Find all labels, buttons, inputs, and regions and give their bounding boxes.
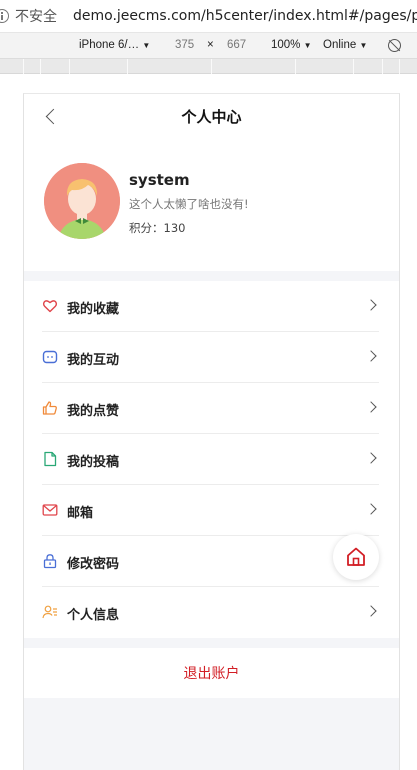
menu-item-label: 我的互动 [67,353,120,368]
device-select[interactable]: iPhone 6/… ▼ [79,39,150,51]
user-bio: 这个人太懒了啥也没有! [129,197,249,211]
menu-item-mailbox[interactable]: 邮箱 [42,485,379,536]
user-points: 积分：130 [129,221,186,235]
phone-viewport: 个人中心 system 这个人太懒了啥也没有! 积分：130 我的收藏 我的互动… [23,93,400,770]
menu-item-personal-info[interactable]: 个人信息 [42,587,379,638]
times-sign: × [207,39,214,51]
avatar-illustration [44,163,120,239]
zoom-select[interactable]: 100% ▼ [271,39,312,51]
info-icon[interactable] [0,9,9,23]
lock-icon [42,553,58,569]
logout-label: 退出账户 [183,666,240,682]
menu-item-label: 修改密码 [67,557,120,572]
ruler [0,59,417,74]
menu-item-label: 邮箱 [67,506,94,521]
chevron-right-icon [365,452,377,464]
device-toolbar: iPhone 6/… ▼ 375 × 667 100% ▼ Online ▼ [0,33,417,59]
home-fab-button[interactable] [333,534,379,580]
profile-card: system 这个人太懒了啥也没有! 积分：130 [24,140,399,271]
username: system [129,171,190,189]
document-icon [42,451,58,467]
chevron-right-icon [365,605,377,617]
rotate-icon[interactable] [388,39,401,52]
menu-item-label: 我的收藏 [67,302,120,317]
menu-item-favorites[interactable]: 我的收藏 [42,281,379,332]
height-input[interactable]: 667 [227,39,246,51]
menu-item-change-password[interactable]: 修改密码 [42,536,379,587]
menu-item-label: 我的投稿 [67,455,120,470]
chevron-right-icon [365,503,377,515]
page-title: 个人中心 [181,108,242,126]
menu-item-label: 个人信息 [67,608,120,623]
user-info-icon [42,604,58,620]
avatar[interactable] [44,163,120,239]
logout-button[interactable]: 退出账户 [24,648,399,698]
insecure-label: 不安全 [15,9,57,25]
menu-item-interactions[interactable]: 我的互动 [42,332,379,383]
chevron-right-icon [365,350,377,362]
home-icon [347,547,365,566]
menu-list: 我的收藏 我的互动 我的点赞 我的投稿 邮箱 修改密码 个人信息 [24,281,399,638]
url-text[interactable]: demo.jeecms.com/h5center/index.html#/pag… [73,8,417,24]
heart-icon [42,298,58,314]
width-input[interactable]: 375 [175,39,194,51]
network-select[interactable]: Online ▼ [323,39,367,51]
menu-item-submissions[interactable]: 我的投稿 [42,434,379,485]
chat-icon [42,349,58,365]
menu-item-likes[interactable]: 我的点赞 [42,383,379,434]
mail-icon [42,502,58,518]
page-header: 个人中心 [24,94,399,140]
chevron-right-icon [365,401,377,413]
thumb-up-icon [42,400,58,416]
chevron-right-icon [365,299,377,311]
menu-item-label: 我的点赞 [67,404,120,419]
browser-address-bar[interactable]: 不安全 demo.jeecms.com/h5center/index.html#… [0,0,417,33]
